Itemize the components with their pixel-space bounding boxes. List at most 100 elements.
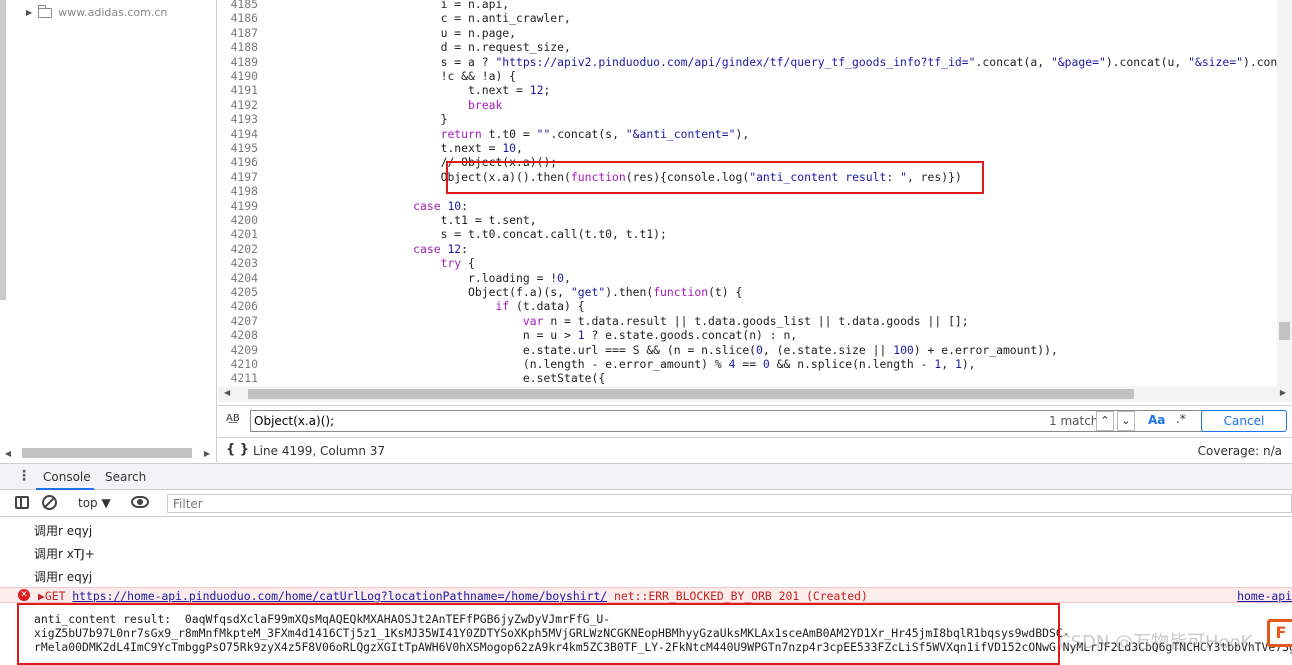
code-line[interactable]: 4210 (n.length - e.error_amount) % 4 == … bbox=[218, 357, 1278, 371]
line-number[interactable]: 4189 bbox=[218, 55, 258, 69]
more-options-icon[interactable]: ⋮ bbox=[17, 468, 31, 484]
line-number[interactable]: 4203 bbox=[218, 256, 258, 270]
line-number[interactable]: 4192 bbox=[218, 98, 258, 112]
scroll-left-arrow-icon[interactable]: ◀ bbox=[0, 449, 16, 458]
line-number[interactable]: 4201 bbox=[218, 227, 258, 241]
code-line[interactable]: 4185 i = n.api, bbox=[218, 0, 1278, 11]
line-number[interactable]: 4202 bbox=[218, 242, 258, 256]
previous-match-button[interactable]: ⌃ bbox=[1096, 411, 1114, 431]
code-line[interactable]: 4201 s = t.t0.concat.call(t.t0, t.t1); bbox=[218, 227, 1278, 241]
scroll-left-arrow-icon[interactable]: ◀ bbox=[224, 388, 230, 397]
panel-resize-edge[interactable] bbox=[0, 0, 6, 300]
editor-vertical-scrollbar[interactable] bbox=[1277, 0, 1292, 386]
code-line[interactable]: 4205 Object(f.a)(s, "get").then(function… bbox=[218, 285, 1278, 299]
code-line[interactable]: 4186 c = n.anti_crawler, bbox=[218, 11, 1278, 25]
navigator-horizontal-scrollbar[interactable]: ◀ ▶ bbox=[0, 444, 217, 462]
code-token: e.state.url === S && (n = n.slice( bbox=[276, 342, 757, 357]
code-line[interactable]: 4199 case 10: bbox=[218, 199, 1278, 213]
sidebar-toggle-icon[interactable] bbox=[15, 496, 29, 509]
code-line[interactable]: 4192 break bbox=[218, 98, 1278, 112]
code-line[interactable]: 4211 e.setState({ bbox=[218, 371, 1278, 385]
error-source-link[interactable]: home-api bbox=[1237, 589, 1292, 603]
code-line[interactable]: 4189 s = a ? "https://apiv2.pinduoduo.co… bbox=[218, 55, 1278, 69]
code-line[interactable]: 4202 case 12: bbox=[218, 242, 1278, 256]
match-case-button[interactable]: Aa bbox=[1148, 413, 1165, 427]
line-number[interactable]: 4206 bbox=[218, 299, 258, 313]
code-line[interactable]: 4208 n = u > 1 ? e.state.goods.concat(n)… bbox=[218, 328, 1278, 342]
code-token: 0 bbox=[762, 357, 770, 371]
code-text: c = n.anti_crawler, bbox=[276, 11, 571, 25]
tab-search[interactable]: Search bbox=[105, 470, 146, 484]
code-token: 10 bbox=[447, 198, 462, 213]
line-number[interactable]: 4196 bbox=[218, 155, 258, 169]
scrollbar-thumb[interactable] bbox=[248, 389, 1134, 399]
line-number[interactable]: 4198 bbox=[218, 184, 258, 198]
next-match-button[interactable]: ⌄ bbox=[1117, 411, 1135, 431]
code-text: !c && !a) { bbox=[276, 69, 516, 83]
line-number[interactable]: 4193 bbox=[218, 112, 258, 126]
console-error-row[interactable]: ✕ ▶GET https://home-api.pinduoduo.com/ho… bbox=[0, 587, 1292, 603]
code-line[interactable]: 4193 } bbox=[218, 112, 1278, 126]
code-line[interactable]: 4207 var n = t.data.result || t.data.goo… bbox=[218, 314, 1278, 328]
line-number[interactable]: 4195 bbox=[218, 141, 258, 155]
code-line[interactable]: 4191 t.next = 12; bbox=[218, 83, 1278, 97]
line-number[interactable]: 4191 bbox=[218, 83, 258, 97]
code-token: 100 bbox=[893, 342, 914, 357]
code-line[interactable]: 4203 try { bbox=[218, 256, 1278, 270]
line-number[interactable]: 4190 bbox=[218, 69, 258, 83]
line-number[interactable]: 4205 bbox=[218, 285, 258, 299]
scrollbar-thumb[interactable] bbox=[22, 448, 192, 458]
line-number[interactable]: 4210 bbox=[218, 357, 258, 371]
regex-button[interactable]: .* bbox=[1176, 412, 1186, 426]
tree-item-adidas[interactable]: ▶ www.adidas.com.cn bbox=[26, 4, 168, 19]
code-token: ), bbox=[961, 357, 976, 371]
line-number[interactable]: 4207 bbox=[218, 314, 258, 328]
code-token: ).then( bbox=[605, 285, 654, 299]
error-url-link[interactable]: https://home-api.pinduoduo.com/home/catU… bbox=[72, 589, 607, 603]
code-text: } bbox=[276, 112, 448, 126]
code-line[interactable]: 4200 t.t1 = t.sent, bbox=[218, 213, 1278, 227]
line-number[interactable]: 4209 bbox=[218, 343, 258, 357]
cancel-button[interactable]: Cancel bbox=[1201, 410, 1287, 432]
editor-horizontal-scrollbar[interactable]: ◀ ▶ bbox=[218, 386, 1292, 402]
code-line[interactable]: 4195 t.next = 10, bbox=[218, 141, 1278, 155]
replace-toggle-icon[interactable]: A͟B bbox=[226, 413, 240, 424]
filter-input[interactable] bbox=[167, 494, 1292, 513]
code-token: , bbox=[564, 270, 571, 285]
code-text: r.loading = !0, bbox=[276, 271, 571, 285]
line-number[interactable]: 4194 bbox=[218, 127, 258, 141]
scroll-right-arrow-icon[interactable]: ▶ bbox=[1280, 388, 1286, 397]
tab-console[interactable]: Console bbox=[43, 470, 91, 484]
scroll-right-arrow-icon[interactable]: ▶ bbox=[199, 449, 215, 458]
line-number[interactable]: 4197 bbox=[218, 170, 258, 184]
code-text: var n = t.data.result || t.data.goods_li… bbox=[276, 314, 969, 328]
live-expression-eye-icon[interactable] bbox=[131, 496, 149, 508]
code-line[interactable]: 4194 return t.t0 = "".concat(s, "&anti_c… bbox=[218, 127, 1278, 141]
tree-item-label: www.adidas.com.cn bbox=[58, 6, 168, 19]
line-number[interactable]: 4186 bbox=[218, 11, 258, 25]
code-line[interactable]: 4209 e.state.url === S && (n = n.slice(0… bbox=[218, 343, 1278, 357]
line-number[interactable]: 4185 bbox=[218, 0, 258, 11]
context-selector[interactable]: top ▼ bbox=[78, 496, 111, 510]
clear-console-icon[interactable] bbox=[42, 495, 57, 510]
line-number[interactable]: 4208 bbox=[218, 328, 258, 342]
code-line[interactable]: 4206 if (t.data) { bbox=[218, 299, 1278, 313]
code-line[interactable]: 4188 d = n.request_size, bbox=[218, 40, 1278, 54]
code-line[interactable]: 4187 u = n.page, bbox=[218, 26, 1278, 40]
code-token: return bbox=[440, 126, 482, 141]
pretty-print-icon[interactable]: { } bbox=[226, 442, 249, 457]
console-log-1: 调用r eqyj bbox=[34, 524, 93, 538]
line-number[interactable]: 4188 bbox=[218, 40, 258, 54]
scrollbar-thumb[interactable] bbox=[1279, 322, 1290, 340]
line-number[interactable]: 4211 bbox=[218, 371, 258, 385]
code-line[interactable]: 4190 !c && !a) { bbox=[218, 69, 1278, 83]
line-number[interactable]: 4200 bbox=[218, 213, 258, 227]
line-number[interactable]: 4187 bbox=[218, 26, 258, 40]
expand-triangle-icon[interactable]: ▶ bbox=[26, 8, 32, 17]
code-line[interactable]: 4204 r.loading = !0, bbox=[218, 271, 1278, 285]
line-number[interactable]: 4199 bbox=[218, 199, 258, 213]
line-number[interactable]: 4204 bbox=[218, 271, 258, 285]
file-navigator: ▶ www.adidas.com.cn ◀ ▶ bbox=[0, 0, 217, 462]
